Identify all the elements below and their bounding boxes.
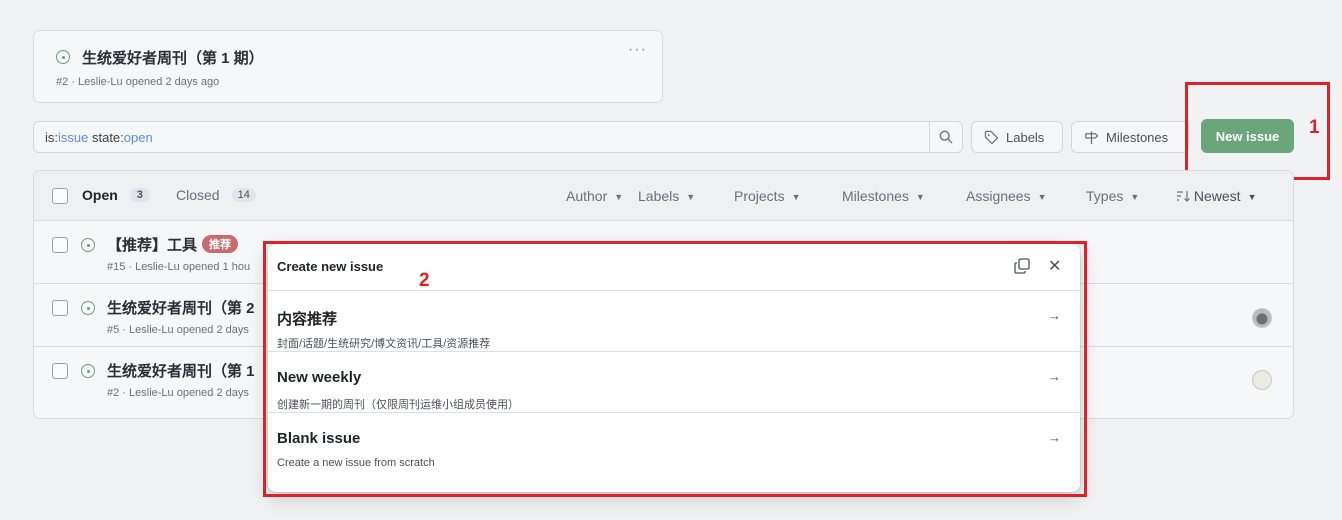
sort-dropdown[interactable]: Newest ▼ [1176, 188, 1257, 204]
search-qualifier: state: [88, 130, 124, 145]
caret-down-icon: ▼ [1130, 192, 1140, 202]
filter-label: Author [566, 188, 608, 204]
issue-title[interactable]: 生统爱好者周刊（第 2 [107, 297, 255, 318]
caret-down-icon: ▼ [791, 192, 801, 202]
select-all-checkbox[interactable] [52, 188, 68, 204]
filter-label: Labels [638, 188, 680, 204]
filter-types[interactable]: Types ▼ [1086, 188, 1139, 204]
search-qualifier: is: [45, 130, 58, 145]
caret-down-icon: ▼ [614, 192, 624, 202]
tag-icon [984, 130, 999, 144]
annotation-number-2: 2 [419, 270, 430, 291]
filter-milestones[interactable]: Milestones ▼ [842, 188, 925, 204]
issue-open-icon [81, 301, 95, 315]
caret-down-icon: ▼ [915, 192, 925, 202]
search-keyword: open [123, 130, 153, 145]
issue-open-icon [56, 50, 70, 64]
search-button[interactable] [929, 121, 963, 153]
sort-icon [1177, 191, 1190, 202]
caret-down-icon: ▼ [1037, 192, 1047, 202]
issue-title[interactable]: 生统爱好者周刊（第 1 [107, 360, 255, 381]
closed-count-badge: 14 [231, 188, 256, 202]
search-keyword: issue [58, 130, 89, 145]
open-count-badge: 3 [129, 188, 150, 202]
tab-closed[interactable]: Closed 14 [176, 187, 256, 203]
issue-meta: #5 · Leslie-Lu opened 2 days [107, 324, 249, 336]
milestones-button-label: Milestones [1106, 129, 1169, 145]
labels-button[interactable]: Labels [971, 121, 1063, 153]
filter-label: Projects [734, 188, 785, 204]
tab-open-label: Open [82, 187, 118, 203]
label-badge[interactable]: 推荐 [202, 235, 239, 253]
filter-assignees[interactable]: Assignees ▼ [966, 188, 1047, 204]
issue-meta: #2 · Leslie-Lu opened 2 days [107, 387, 249, 399]
issue-title[interactable]: 【推荐】工具 推荐 [107, 234, 239, 255]
milestone-icon [1085, 130, 1099, 144]
issue-checkbox[interactable] [52, 363, 68, 379]
pinned-issue-meta: #2 · Leslie-Lu opened 2 days ago [56, 76, 220, 88]
caret-down-icon: ▼ [1247, 192, 1257, 202]
avatar[interactable] [1252, 308, 1272, 328]
labels-button-label: Labels [1006, 129, 1045, 145]
filter-label: Milestones [842, 188, 909, 204]
search-icon [939, 130, 953, 144]
issue-meta: #15 · Leslie-Lu opened 1 hou [107, 261, 251, 273]
annotation-box-2 [263, 241, 1087, 497]
filter-label: Types [1086, 188, 1124, 204]
annotation-number-1: 1 [1309, 117, 1320, 138]
issue-checkbox[interactable] [52, 237, 68, 253]
issue-title-text: 【推荐】工具 [107, 237, 198, 254]
filter-labels[interactable]: Labels ▼ [638, 188, 695, 204]
filter-projects[interactable]: Projects ▼ [734, 188, 801, 204]
issue-search-input[interactable]: is:issue state:open [33, 121, 930, 153]
issue-open-icon [81, 238, 95, 252]
more-options-icon[interactable]: ··· [628, 41, 647, 59]
pinned-issue-title[interactable]: 生统爱好者周刊（第 1 期） [82, 47, 264, 68]
milestones-button[interactable]: Milestones [1071, 121, 1189, 153]
tab-open[interactable]: Open 3 [82, 187, 150, 203]
filter-label: Assignees [966, 188, 1031, 204]
issue-checkbox[interactable] [52, 300, 68, 316]
issues-list-header: Open 3 Closed 14 Author ▼ Labels ▼ Project… [34, 171, 1293, 221]
tab-closed-label: Closed [176, 187, 220, 203]
avatar[interactable] [1252, 370, 1272, 390]
filter-author[interactable]: Author ▼ [566, 188, 623, 204]
issue-open-icon [81, 364, 95, 378]
sort-label: Newest [1193, 188, 1241, 204]
caret-down-icon: ▼ [686, 192, 696, 202]
pinned-issue-card[interactable]: 生统爱好者周刊（第 1 期） #2 · Leslie-Lu opened 2 d… [33, 30, 663, 103]
